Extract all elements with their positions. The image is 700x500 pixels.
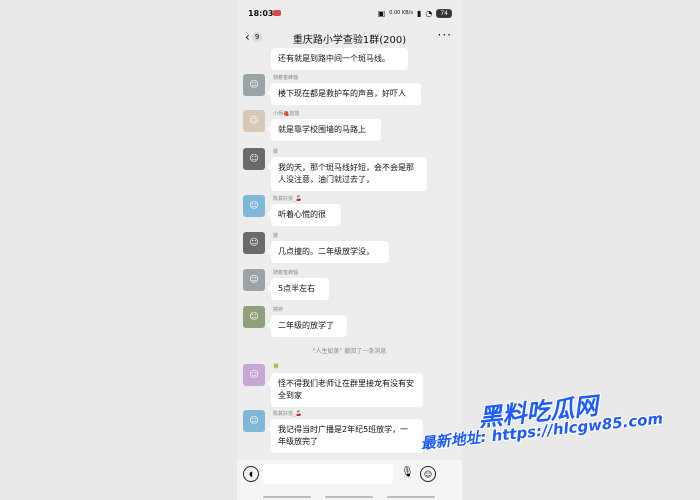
voice-icon[interactable]: ◖: [243, 466, 259, 482]
message-bubble[interactable]: 5点半左右: [267, 278, 329, 300]
input-bar: ◖ 🎙 ☺: [237, 460, 462, 500]
avatar[interactable]: ☺: [243, 364, 265, 386]
unread-badge: 9: [251, 32, 263, 42]
message-bubble[interactable]: 听着心慌的很: [267, 204, 341, 226]
sender-name: 陈其好悦_🍒: [273, 411, 302, 417]
sender-name: 骑着蜜蜂轴: [273, 75, 299, 81]
message-list: 还有就是到路中间一个斑马线。 ☺ 骑着蜜蜂轴 楼下现在都是救护车的声音，好吓人 …: [237, 48, 462, 460]
avatar[interactable]: ☺: [243, 195, 265, 217]
chat-title: 重庆路小学查验1群(200): [292, 34, 407, 46]
back-button[interactable]: ‹ 9: [245, 30, 263, 44]
message-bubble[interactable]: 怪不得我们老师让在群里接龙有没有安全到家: [267, 373, 423, 407]
mute-icon: ▣: [377, 9, 386, 18]
gesture-bar: [263, 496, 311, 498]
recall-notice: "人生如美" 撤回了一条消息: [312, 348, 387, 355]
message-bubble[interactable]: 二年级的放学了: [267, 315, 347, 337]
wifi-icon: ◔: [425, 9, 433, 18]
message-bubble[interactable]: 我记得当时广播是2年纪5班放学，一年级放完了: [267, 419, 423, 453]
sender-name: 🍀: [273, 364, 280, 370]
sender-name: 婷婷: [273, 307, 284, 313]
message-bubble[interactable]: 我的天，那个斑马线好短，会不会是那人没注意，油门就过去了，: [267, 157, 427, 191]
sender-name: 媛: [273, 233, 279, 239]
signal-icon: ▮: [416, 9, 422, 18]
chat-header: ‹ 9 重庆路小学查验1群(200) ···: [237, 26, 462, 50]
avatar[interactable]: ☺: [243, 148, 265, 170]
avatar[interactable]: ☺: [243, 306, 265, 328]
sender-name: 小杨🍓悠悠: [273, 111, 300, 117]
mic-icon[interactable]: 🎙: [401, 467, 414, 478]
avatar[interactable]: ☺: [243, 110, 265, 132]
notification-icon: [273, 10, 281, 16]
battery-indicator: 74: [436, 9, 452, 18]
message-bubble[interactable]: 还有就是到路中间一个斑马线。: [271, 48, 408, 70]
message-bubble[interactable]: 就是靠学校围墙的马路上: [267, 119, 381, 141]
sender-name: 媛: [273, 149, 279, 155]
avatar[interactable]: ☺: [243, 232, 265, 254]
avatar[interactable]: ☺: [243, 410, 265, 432]
avatar[interactable]: ☺: [243, 269, 265, 291]
message-input[interactable]: [263, 464, 393, 484]
net-speed: 0.00 KB/s: [389, 10, 413, 16]
message-bubble[interactable]: 楼下现在都是救护车的声音，好吓人: [267, 83, 421, 105]
more-options-button[interactable]: ···: [438, 28, 452, 42]
phone-screen: 18:03 ▣ 0.00 KB/s ▮ ◔ 74 ‹ 9 重庆路小学查验1群(2…: [237, 0, 462, 500]
sender-name: 骑着蜜蜂轴: [273, 270, 299, 276]
gesture-bar: [387, 496, 435, 498]
sender-name: 陈其好悦_🍒: [273, 196, 302, 202]
status-bar: 18:03 ▣ 0.00 KB/s ▮ ◔ 74: [237, 0, 462, 26]
chevron-left-icon: ‹: [245, 30, 250, 44]
status-time: 18:03: [248, 9, 274, 18]
gesture-bar: [325, 496, 373, 498]
emoji-icon[interactable]: ☺: [420, 466, 436, 482]
message-bubble[interactable]: 几点撞的。二年级放学没，: [267, 241, 389, 263]
avatar[interactable]: ☺: [243, 74, 265, 96]
